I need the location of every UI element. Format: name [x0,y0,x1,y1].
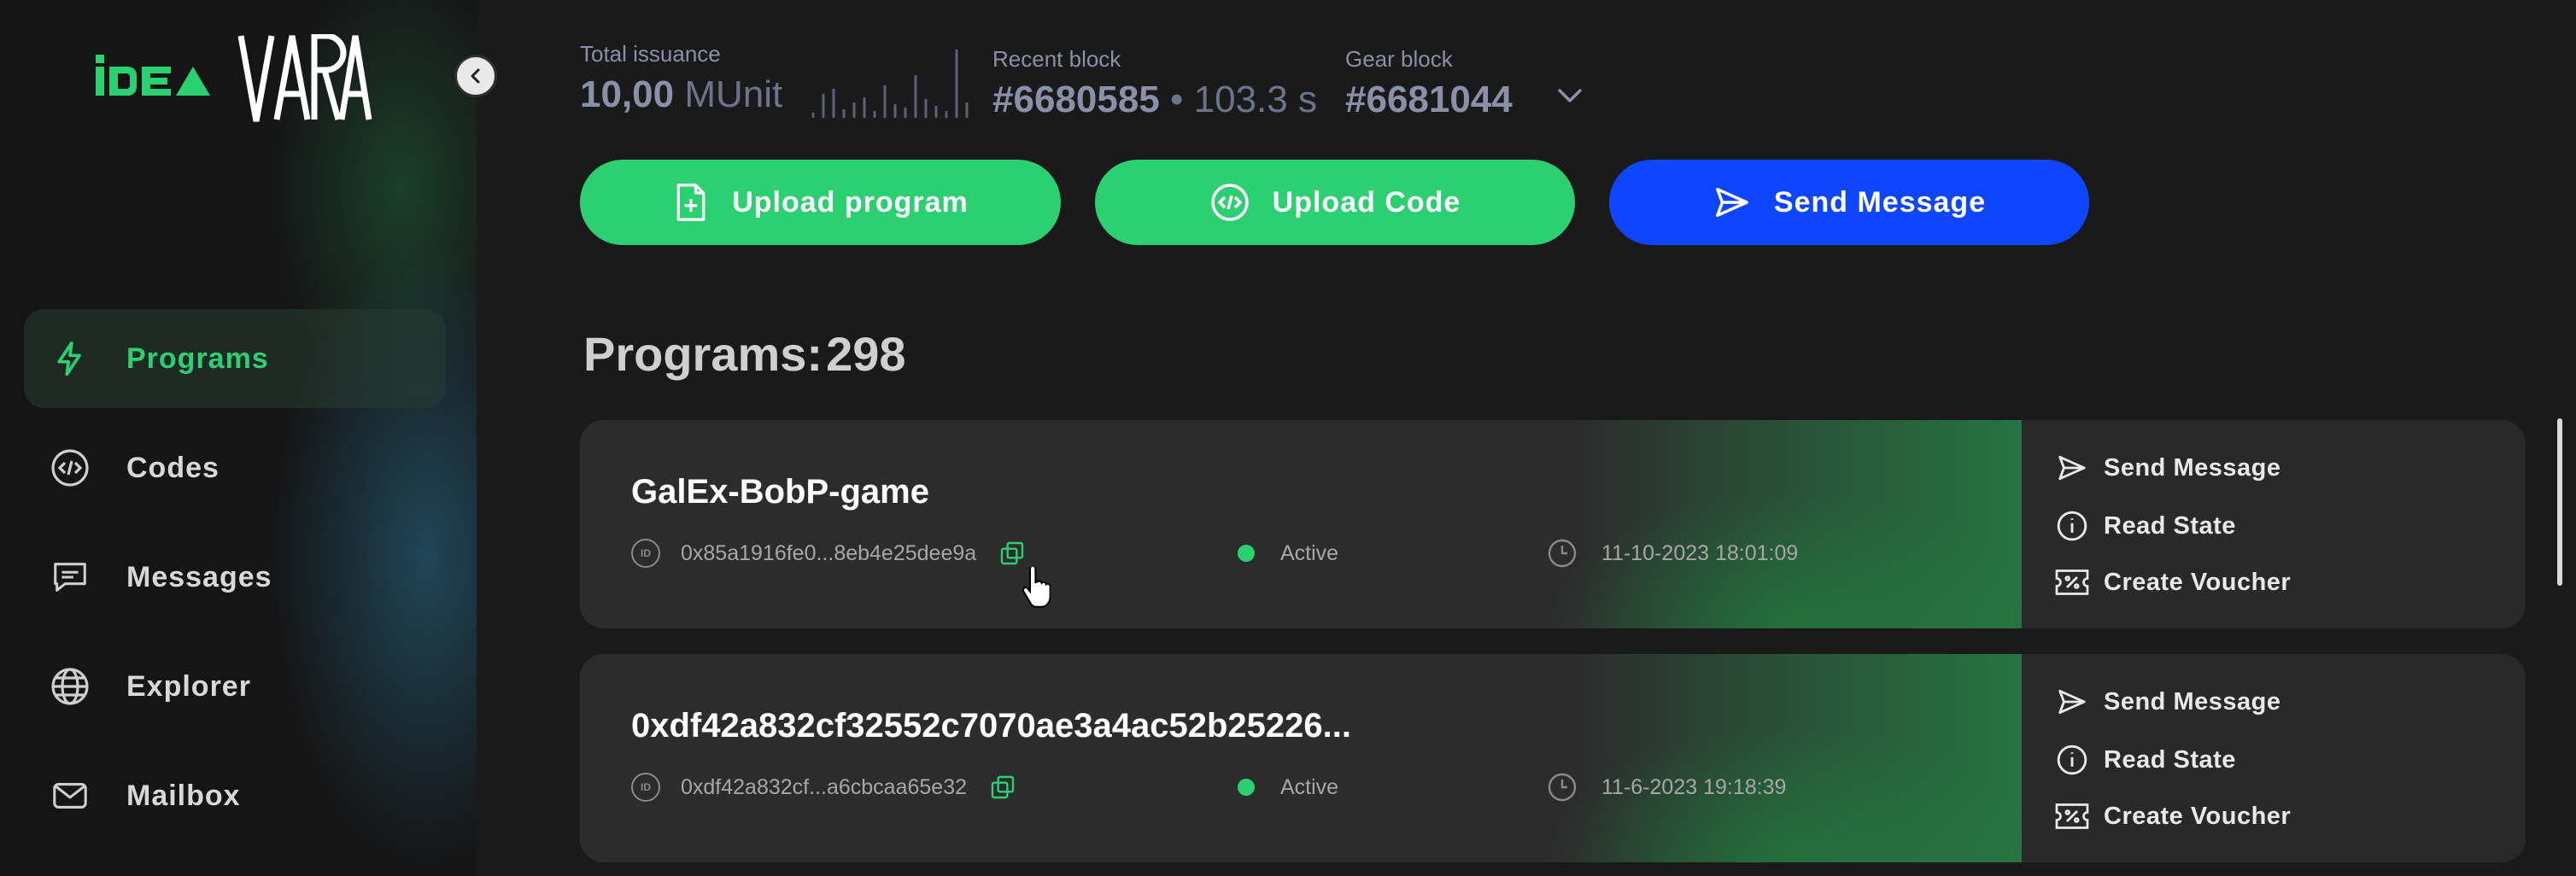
message-icon [48,555,92,599]
info-icon [2054,510,2090,542]
clock-icon [1547,538,1578,569]
id-icon: ID [631,539,660,568]
pointer-cursor-icon [1022,564,1051,613]
program-status: Active [1238,538,1338,569]
send-icon [2054,452,2090,484]
chevron-down-icon [1558,89,1582,102]
program-id-value: 0xdf42a832cf...a6cbcaa65e32 [681,774,967,799]
code-icon [1209,182,1250,223]
chevron-left-icon [471,68,480,84]
send-message-label: Send Message [2104,453,2281,482]
send-message-label: Send Message [1773,185,1987,219]
upload-program-button[interactable]: Upload program [580,160,1061,245]
create-voucher-label: Create Voucher [2104,802,2292,830]
code-icon [48,446,92,490]
sidebar-item-codes[interactable]: Codes [24,418,446,517]
recent-block-separator: • [1170,79,1184,120]
create-voucher-link[interactable]: Create Voucher [2054,799,2291,833]
globe-icon [48,664,92,709]
vara-idea-logo[interactable] [94,34,376,128]
sidebar-nav: Programs Codes Messages Explorer Mailbox [24,309,446,856]
upload-program-label: Upload program [732,185,969,219]
status-label: Active [1280,774,1339,799]
program-card-main[interactable] [580,420,2022,628]
date-value: 11-10-2023 18:01:09 [1601,540,1799,565]
create-voucher-link[interactable]: Create Voucher [2054,565,2291,599]
program-name[interactable]: GalEx-BobP-game [631,473,929,511]
send-icon [2054,686,2090,718]
clock-icon [1547,772,1578,803]
program-date: 11-10-2023 18:01:09 [1547,538,1798,569]
page-title: Programs:298 [580,326,906,382]
sidebar: Programs Codes Messages Explorer Mailbox [0,0,477,876]
send-message-label: Send Message [2104,687,2281,715]
recent-block-value: #6680585 • 103.3 s [992,79,1317,121]
program-id-value: 0x85a1916fe0...8eb4e25dee9a [681,540,977,565]
programs-count: 298 [826,327,906,381]
status-dot [1238,779,1255,796]
block-time-sparkline [811,50,969,118]
send-message-link[interactable]: Send Message [2054,451,2280,485]
program-card-main[interactable] [580,654,2022,862]
gear-block-label: Gear block [1345,46,1453,72]
program-name[interactable]: 0xdf42a832cf32552c7070ae3a4ac52b25226... [631,707,1351,745]
sidebar-item-messages[interactable]: Messages [24,528,446,627]
read-state-label: Read State [2104,511,2236,540]
copy-icon[interactable] [989,774,1016,801]
gear-block-value: #6681044 [1345,79,1513,120]
program-id: ID 0xdf42a832cf...a6cbcaa65e32 [631,772,1016,803]
sidebar-item-label: Explorer [126,669,251,703]
logo-graphic [96,34,372,122]
program-status: Active [1238,772,1338,803]
voucher-icon [2054,802,2090,831]
total-issuance-unit: MUnit [684,73,783,115]
program-card: GalEx-BobP-game ID 0x85a1916fe0...8eb4e2… [580,420,2526,628]
copy-icon[interactable] [998,540,1026,567]
scrollbar[interactable] [2557,418,2562,586]
date-value: 11-6-2023 19:18:39 [1601,774,1787,799]
gear-block-expand-button[interactable] [1554,85,1585,109]
mail-icon [48,774,92,818]
total-issuance-label: Total issuance [580,41,721,67]
sidebar-item-label: Codes [126,451,220,484]
read-state-link[interactable]: Read State [2054,509,2236,543]
sidebar-item-label: Messages [126,560,272,593]
read-state-link[interactable]: Read State [2054,743,2236,777]
sidebar-item-mailbox[interactable]: Mailbox [24,746,446,845]
sidebar-item-label: Mailbox [126,779,241,812]
program-id: ID 0x85a1916fe0...8eb4e25dee9a [631,538,1026,569]
info-icon [2054,744,2090,776]
upload-code-label: Upload Code [1272,185,1461,219]
status-label: Active [1280,540,1339,565]
read-state-label: Read State [2104,745,2236,774]
lightning-icon [48,336,92,381]
id-icon: ID [631,773,660,802]
programs-title-label: Programs: [583,327,823,381]
send-icon [1712,183,1752,222]
recent-block-time: 103.3 s [1193,79,1317,120]
send-message-button[interactable]: Send Message [1609,160,2089,245]
total-issuance-amount: 10,00 [580,73,675,115]
create-voucher-label: Create Voucher [2104,568,2292,596]
file-plus-icon [672,182,710,223]
status-dot [1238,545,1255,562]
collapse-sidebar-button[interactable] [454,55,497,97]
total-issuance-value: 10,00 MUnit [580,73,782,116]
program-date: 11-6-2023 19:18:39 [1547,772,1786,803]
sidebar-item-explorer[interactable]: Explorer [24,637,446,736]
upload-code-button[interactable]: Upload Code [1095,160,1575,245]
sidebar-item-label: Programs [126,342,269,375]
recent-block-label: Recent block [992,46,1121,72]
recent-block-number: #6680585 [992,79,1160,120]
sidebar-item-programs[interactable]: Programs [24,309,446,408]
program-card: 0xdf42a832cf32552c7070ae3a4ac52b25226...… [580,654,2526,862]
send-message-link[interactable]: Send Message [2054,685,2280,719]
voucher-icon [2054,568,2090,597]
